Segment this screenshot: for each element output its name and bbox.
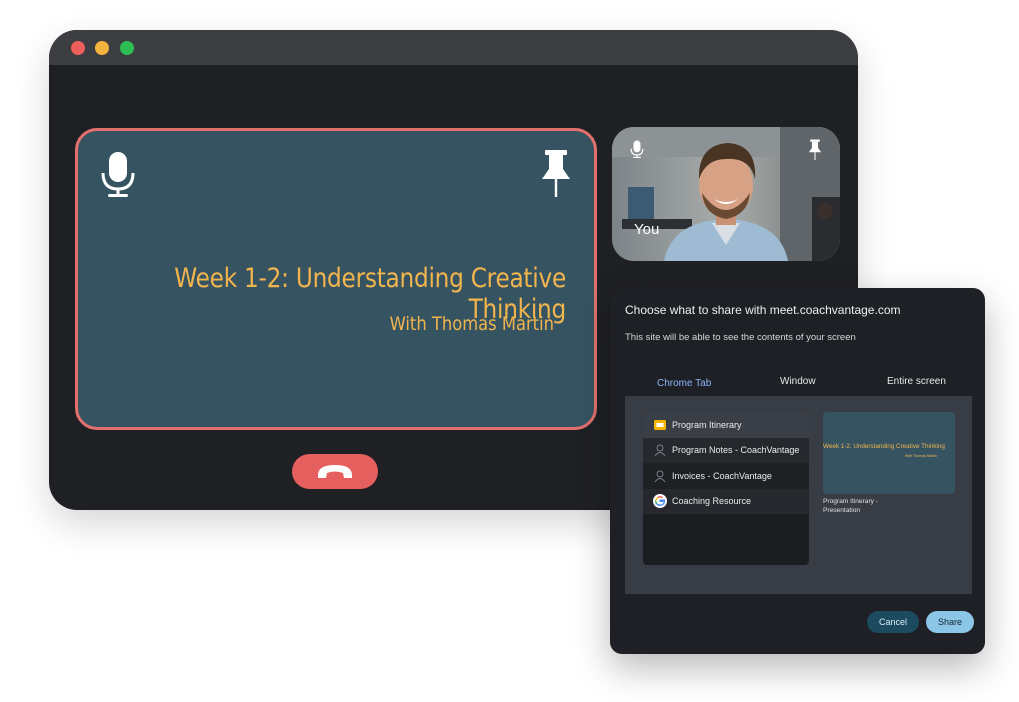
slides-icon [654, 419, 666, 430]
tab-chrome-tab[interactable]: Chrome Tab [657, 374, 717, 393]
share-content-panel: Program Itinerary Program Notes - CoachV… [625, 396, 972, 594]
preview-slide-title: Week 1-2: Understanding Creative Thinkin… [823, 443, 945, 450]
list-item-coaching-resource[interactable]: Coaching Resource [643, 488, 809, 514]
google-icon [653, 494, 667, 509]
list-item-label: Invoices - CoachVantage [672, 470, 772, 481]
list-item-label: Program Itinerary [672, 419, 742, 430]
share-dialog-title: Choose what to share with meet.coachvant… [625, 303, 901, 317]
list-item-program-itinerary[interactable]: Program Itinerary [643, 412, 809, 438]
preview-slide-subtitle: With Thomas Martin [904, 454, 937, 458]
self-name-label: You [634, 221, 660, 238]
self-view-tile[interactable]: You [612, 127, 840, 261]
share-button[interactable]: Share [926, 611, 974, 633]
tab-entire-screen[interactable]: Entire screen [887, 376, 946, 387]
minimize-window-button[interactable] [95, 41, 109, 55]
hang-up-button[interactable] [292, 454, 378, 489]
list-item-program-notes[interactable]: Program Notes - CoachVantage [643, 437, 809, 463]
tab-window[interactable]: Window [780, 376, 816, 387]
presenter-tile[interactable]: Week 1-2: Understanding Creative Thinkin… [75, 128, 597, 430]
list-item-label: Coaching Resource [672, 496, 752, 507]
microphone-icon[interactable] [630, 139, 644, 165]
cancel-button[interactable]: Cancel [867, 611, 919, 633]
close-window-button[interactable] [71, 41, 85, 55]
maximize-window-button[interactable] [120, 41, 134, 55]
pin-icon[interactable] [540, 149, 572, 204]
person-icon [654, 470, 666, 483]
self-camera-video [612, 127, 840, 261]
share-dialog-description: This site will be able to see the conten… [625, 332, 856, 343]
phone-hangup-icon [318, 465, 352, 478]
share-screen-dialog: Choose what to share with meet.coachvant… [610, 288, 985, 654]
slide-subtitle: With Thomas Martin [389, 313, 554, 335]
preview-caption: Program Itinerary - Presentation [823, 498, 878, 514]
list-item-label: Program Notes - CoachVantage [672, 445, 800, 456]
microphone-icon[interactable] [100, 151, 136, 204]
person-icon [654, 444, 666, 457]
list-item-invoices[interactable]: Invoices - CoachVantage [643, 463, 809, 489]
title-bar [49, 30, 858, 65]
pin-icon[interactable] [808, 139, 822, 166]
chrome-tab-list: Program Itinerary Program Notes - CoachV… [643, 412, 809, 565]
tab-preview-thumbnail[interactable]: Week 1-2: Understanding Creative Thinkin… [823, 412, 955, 494]
stage: Week 1-2: Understanding Creative Thinkin… [0, 0, 1019, 702]
